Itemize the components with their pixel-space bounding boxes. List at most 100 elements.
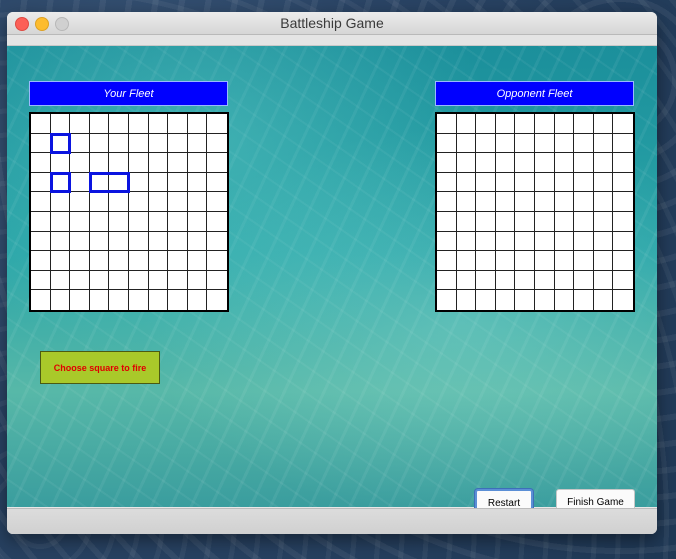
- your-fleet-cell[interactable]: [207, 270, 227, 291]
- your-fleet-cell[interactable]: [31, 251, 51, 271]
- your-fleet-cell[interactable]: [31, 133, 51, 154]
- opponent-fleet-cell[interactable]: [456, 192, 477, 212]
- opponent-fleet-cell[interactable]: [613, 270, 633, 291]
- your-fleet-cell[interactable]: [207, 290, 227, 310]
- opponent-fleet-cell[interactable]: [554, 133, 575, 154]
- your-fleet-cell[interactable]: [50, 212, 71, 232]
- opponent-fleet-cell[interactable]: [456, 212, 477, 232]
- opponent-fleet-cell[interactable]: [437, 290, 457, 310]
- your-fleet-cell[interactable]: [168, 231, 188, 252]
- opponent-fleet-cell[interactable]: [456, 172, 477, 193]
- opponent-fleet-cell[interactable]: [476, 133, 496, 154]
- your-fleet-cell[interactable]: [129, 212, 149, 232]
- opponent-fleet-cell[interactable]: [456, 133, 477, 154]
- opponent-fleet-cell[interactable]: [574, 153, 594, 173]
- opponent-fleet-cell[interactable]: [535, 114, 555, 134]
- opponent-fleet-cell[interactable]: [476, 192, 496, 212]
- your-fleet-cell[interactable]: [207, 133, 227, 154]
- your-fleet-cell[interactable]: [89, 270, 110, 291]
- your-fleet-cell[interactable]: [89, 290, 110, 310]
- opponent-fleet-cell[interactable]: [554, 192, 575, 212]
- your-fleet-cell[interactable]: [187, 231, 208, 252]
- your-fleet-cell[interactable]: [109, 231, 129, 252]
- your-fleet-cell[interactable]: [50, 153, 71, 173]
- your-fleet-cell[interactable]: [50, 251, 71, 271]
- opponent-fleet-cell[interactable]: [574, 133, 594, 154]
- your-fleet-cell[interactable]: [187, 270, 208, 291]
- your-fleet-cell[interactable]: [148, 212, 169, 232]
- your-fleet-cell[interactable]: [109, 270, 129, 291]
- your-fleet-cell[interactable]: [148, 153, 169, 173]
- opponent-fleet-cell[interactable]: [593, 251, 614, 271]
- opponent-fleet-cell[interactable]: [515, 212, 535, 232]
- your-fleet-cell[interactable]: [148, 192, 169, 212]
- opponent-fleet-cell[interactable]: [593, 212, 614, 232]
- your-fleet-cell[interactable]: [168, 172, 188, 193]
- your-fleet-cell[interactable]: [187, 251, 208, 271]
- your-fleet-cell[interactable]: [207, 153, 227, 173]
- your-fleet-cell[interactable]: [50, 270, 71, 291]
- your-fleet-cell[interactable]: [50, 290, 71, 310]
- your-fleet-cell[interactable]: [187, 192, 208, 212]
- your-fleet-cell[interactable]: [129, 192, 149, 212]
- your-fleet-cell[interactable]: [109, 153, 129, 173]
- opponent-fleet-cell[interactable]: [456, 231, 477, 252]
- opponent-fleet-cell[interactable]: [554, 172, 575, 193]
- opponent-fleet-cell[interactable]: [495, 270, 516, 291]
- your-fleet-cell[interactable]: [187, 133, 208, 154]
- opponent-fleet-cell[interactable]: [495, 114, 516, 134]
- opponent-fleet-cell[interactable]: [554, 231, 575, 252]
- your-fleet-cell[interactable]: [89, 212, 110, 232]
- opponent-fleet-cell[interactable]: [495, 290, 516, 310]
- opponent-fleet-cell[interactable]: [554, 270, 575, 291]
- opponent-fleet-cell[interactable]: [574, 192, 594, 212]
- opponent-fleet-cell[interactable]: [515, 114, 535, 134]
- your-fleet-cell[interactable]: [129, 114, 149, 134]
- your-fleet-cell[interactable]: [89, 114, 110, 134]
- your-fleet-cell[interactable]: [129, 290, 149, 310]
- opponent-fleet-cell[interactable]: [574, 251, 594, 271]
- your-fleet-cell[interactable]: [50, 114, 71, 134]
- your-fleet-cell[interactable]: [31, 212, 51, 232]
- opponent-fleet-cell[interactable]: [574, 212, 594, 232]
- your-fleet-cell[interactable]: [70, 290, 90, 310]
- your-fleet-cell[interactable]: [70, 270, 90, 291]
- opponent-fleet-cell[interactable]: [593, 231, 614, 252]
- your-fleet-cell[interactable]: [109, 290, 129, 310]
- opponent-fleet-cell[interactable]: [495, 231, 516, 252]
- your-fleet-cell[interactable]: [31, 270, 51, 291]
- opponent-fleet-cell[interactable]: [554, 212, 575, 232]
- opponent-fleet-cell[interactable]: [613, 231, 633, 252]
- opponent-fleet-cell[interactable]: [456, 114, 477, 134]
- opponent-fleet-cell[interactable]: [515, 231, 535, 252]
- opponent-fleet-cell[interactable]: [437, 114, 457, 134]
- your-fleet-cell[interactable]: [129, 172, 149, 193]
- opponent-fleet-cell[interactable]: [476, 231, 496, 252]
- opponent-fleet-cell[interactable]: [437, 270, 457, 291]
- opponent-fleet-cell[interactable]: [495, 172, 516, 193]
- your-fleet-cell[interactable]: [187, 172, 208, 193]
- your-fleet-cell[interactable]: [168, 251, 188, 271]
- your-fleet-cell[interactable]: [207, 114, 227, 134]
- your-fleet-cell[interactable]: [89, 251, 110, 271]
- your-fleet-cell[interactable]: [129, 133, 149, 154]
- your-fleet-cell[interactable]: [31, 290, 51, 310]
- opponent-fleet-cell[interactable]: [456, 251, 477, 271]
- opponent-fleet-cell[interactable]: [535, 231, 555, 252]
- your-fleet-cell[interactable]: [129, 251, 149, 271]
- opponent-fleet-cell[interactable]: [613, 153, 633, 173]
- opponent-fleet-cell[interactable]: [535, 133, 555, 154]
- your-fleet-cell[interactable]: [89, 231, 110, 252]
- opponent-fleet-cell[interactable]: [495, 212, 516, 232]
- your-fleet-cell[interactable]: [70, 212, 90, 232]
- opponent-fleet-cell[interactable]: [515, 172, 535, 193]
- opponent-fleet-cell[interactable]: [574, 114, 594, 134]
- your-fleet-cell[interactable]: [187, 153, 208, 173]
- opponent-fleet-cell[interactable]: [456, 290, 477, 310]
- opponent-fleet-cell[interactable]: [535, 251, 555, 271]
- your-fleet-cell[interactable]: [89, 153, 110, 173]
- opponent-fleet-cell[interactable]: [554, 251, 575, 271]
- opponent-fleet-cell[interactable]: [593, 133, 614, 154]
- opponent-fleet-grid[interactable]: [435, 112, 635, 312]
- opponent-fleet-cell[interactable]: [574, 270, 594, 291]
